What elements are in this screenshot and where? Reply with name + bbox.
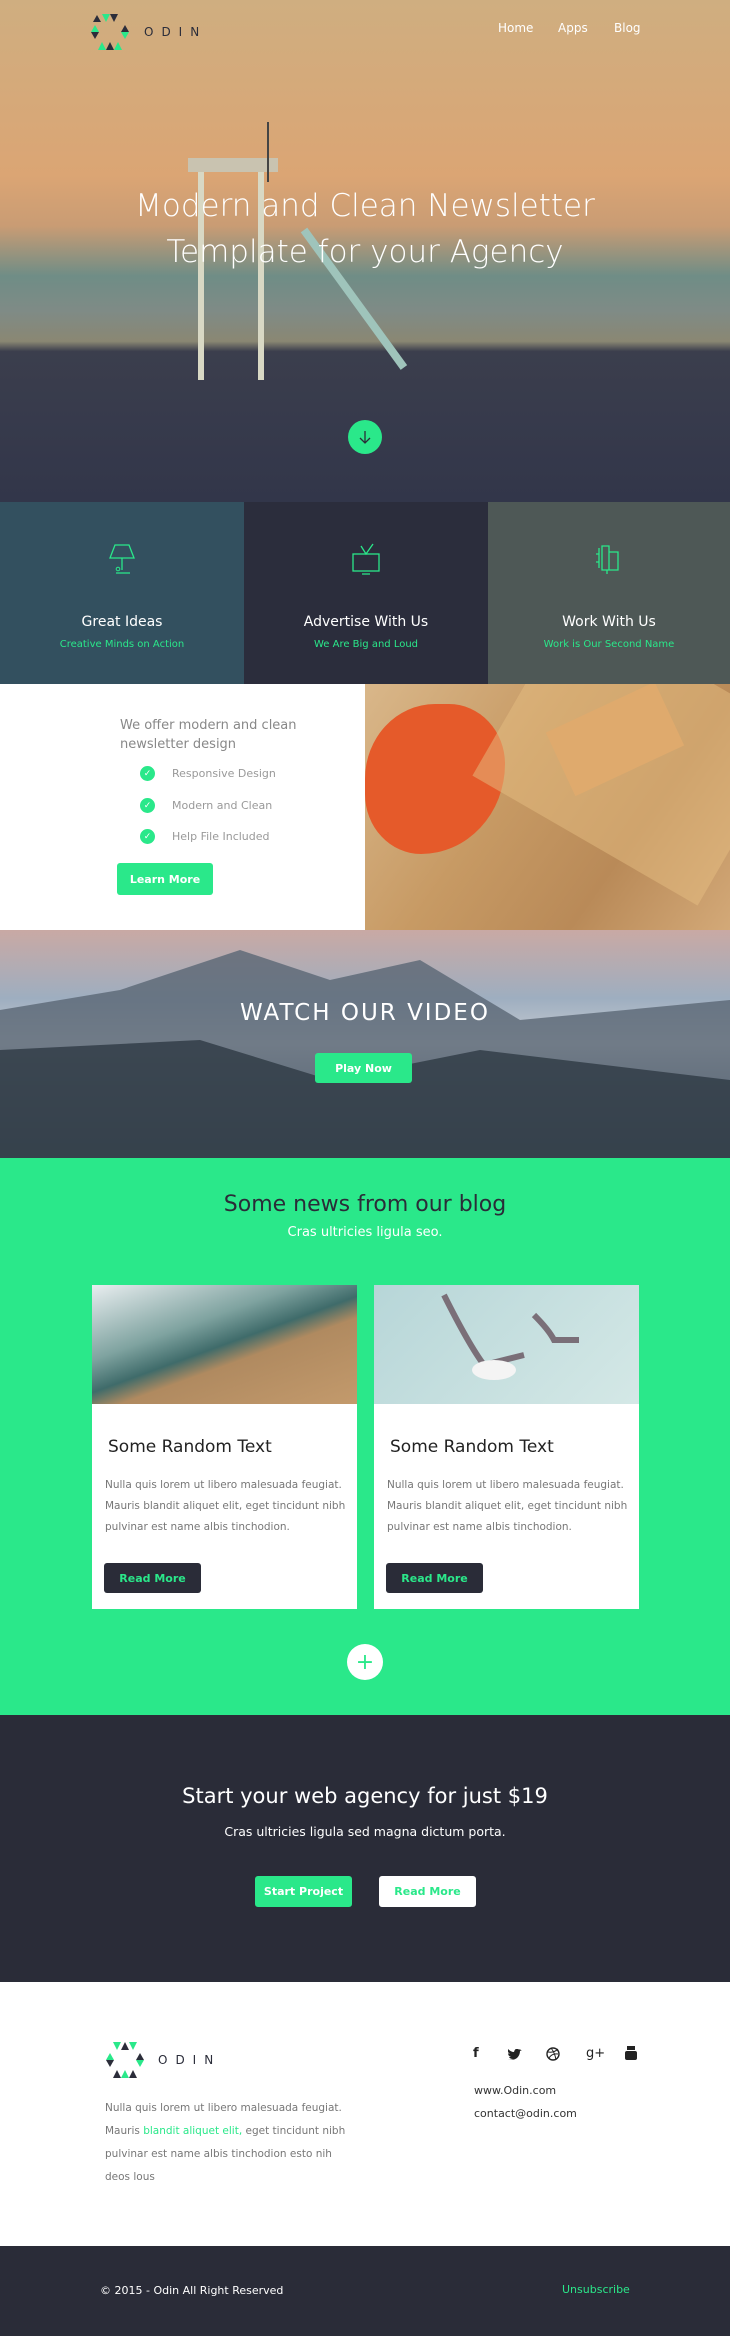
plug-icon: [596, 545, 619, 574]
start-project-button[interactable]: Start Project: [255, 1876, 352, 1907]
dribbble-icon[interactable]: [546, 2047, 560, 2061]
offer-item: ✓ Responsive Design: [140, 766, 276, 781]
feature-title: Great Ideas: [81, 614, 163, 630]
nav-blog[interactable]: Blog: [614, 21, 641, 35]
footer-logo[interactable]: ODIN: [104, 2041, 221, 2079]
feature-subtitle: Work is Our Second Name: [543, 639, 675, 650]
check-icon: ✓: [140, 829, 155, 844]
read-more-button[interactable]: Read More: [104, 1563, 201, 1593]
feature-subtitle: We Are Big and Loud: [313, 639, 419, 650]
hero-title-line1: Modern and Clean Newsletter: [135, 188, 595, 224]
hero-title-line2: Template for your Agency: [166, 234, 564, 270]
card-text: Nulla quis lorem ut libero malesuada feu…: [387, 1479, 628, 1533]
check-icon: ✓: [140, 798, 155, 813]
feature-title: Work With Us: [562, 614, 656, 630]
video-title: WATCH OUR VIDEO: [240, 1000, 490, 1026]
beach-image: [92, 1285, 357, 1404]
brand-name: ODIN: [144, 25, 208, 39]
read-more-button[interactable]: Read More: [386, 1563, 483, 1593]
card-title: Some Random Text: [390, 1437, 554, 1457]
footer-text: Nulla quis lorem ut libero malesuada feu…: [105, 2102, 346, 2183]
blog-card: Some Random Text Nulla quis lorem ut lib…: [92, 1285, 357, 1609]
nav-home[interactable]: Home: [498, 21, 533, 35]
play-now-button[interactable]: Play Now: [315, 1053, 412, 1083]
offer-item: ✓ Modern and Clean: [140, 798, 272, 813]
feature-title: Advertise With Us: [303, 614, 429, 630]
cta-section: [0, 1715, 730, 1982]
unsubscribe-link[interactable]: Unsubscribe: [562, 2283, 630, 2296]
card-text: Nulla quis lorem ut libero malesuada feu…: [105, 1479, 346, 1533]
twitter-icon[interactable]: [508, 2049, 522, 2061]
blog-card: Some Random Text Nulla quis lorem ut lib…: [374, 1285, 639, 1609]
blog-title: Some news from our blog: [223, 1192, 507, 1217]
desk-image: [365, 684, 730, 930]
facebook-icon[interactable]: f: [473, 2046, 479, 2061]
cta-title: Start your web agency for just $19: [182, 1784, 548, 1808]
mountain-image: [0, 950, 730, 1158]
footer-email[interactable]: contact@odin.com: [474, 2107, 577, 2120]
copyright: © 2015 - Odin All Right Reserved: [100, 2284, 284, 2297]
load-more-button[interactable]: +: [347, 1644, 383, 1680]
plus-icon: +: [355, 1649, 375, 1675]
youtube-icon[interactable]: [624, 2045, 638, 2061]
arrow-down-icon: [359, 431, 371, 444]
nav-apps[interactable]: Apps: [558, 21, 588, 35]
cta-subtitle: Cras ultricies ligula sed magna dictum p…: [224, 1824, 506, 1839]
card-title: Some Random Text: [108, 1437, 272, 1457]
footer-link[interactable]: blandit aliquet elit,: [143, 2125, 242, 2137]
tv-icon: [352, 543, 380, 575]
logo[interactable]: ODIN: [90, 13, 207, 51]
learn-more-button[interactable]: Learn More: [117, 863, 213, 895]
cta-read-more-button[interactable]: Read More: [379, 1876, 476, 1907]
offer-heading: We offer modern and clean newsletter desi…: [120, 718, 297, 752]
lamp-icon: [109, 544, 135, 574]
feature-advertise: Advertise With Us We Are Big and Loud: [244, 502, 488, 684]
feature-subtitle: Creative Minds on Action: [59, 639, 185, 650]
scroll-down-button[interactable]: [348, 420, 382, 454]
seagull-image: [374, 1285, 639, 1404]
brand-name: ODIN: [158, 2053, 222, 2067]
footer-website[interactable]: www.Odin.com: [474, 2084, 556, 2097]
logo-icon: [106, 2042, 144, 2078]
offer-item: ✓ Help File Included: [140, 829, 270, 844]
video-section: [0, 930, 730, 1158]
google-plus-icon[interactable]: g+: [586, 2046, 605, 2061]
feature-great-ideas: Great Ideas Creative Minds on Action: [0, 502, 244, 684]
check-icon: ✓: [140, 766, 155, 781]
logo-icon: [91, 14, 129, 50]
feature-work-with-us: Work With Us Work is Our Second Name: [488, 502, 730, 684]
blog-subtitle: Cras ultricies ligula seo.: [287, 1225, 443, 1240]
